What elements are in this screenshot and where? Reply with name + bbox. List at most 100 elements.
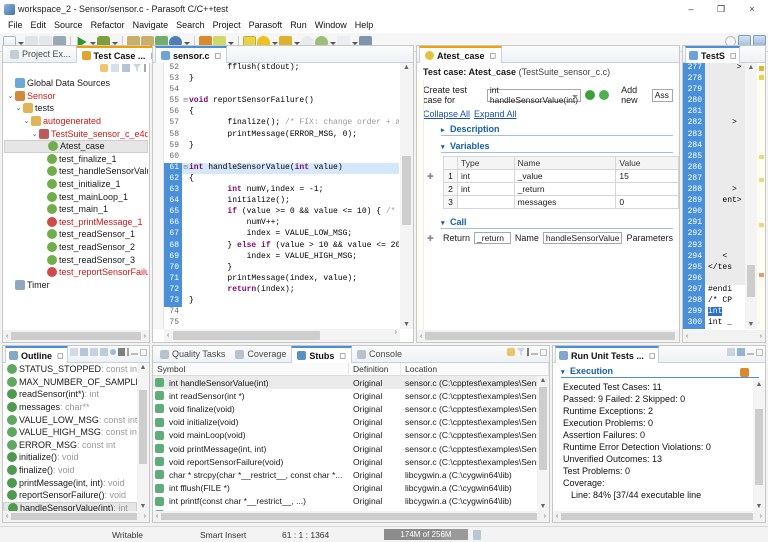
hide-fields-icon[interactable]: [90, 348, 98, 356]
editor-marker-gutter[interactable]: [153, 63, 164, 329]
outline-item[interactable]: initialize() : void: [3, 451, 137, 464]
view-menu-icon[interactable]: [127, 348, 129, 356]
test-case-tree[interactable]: Global Data Sources ⌄ Sensor ⌄ tests ⌄ autogen…: [4, 77, 148, 329]
variables-column-header[interactable]: Value: [615, 156, 679, 170]
close-icon[interactable]: ◻: [57, 351, 64, 360]
create-test-case-select[interactable]: int handleSensorValue(int): [486, 85, 582, 105]
code-line[interactable]: 65 if (value >= 0 && value <= 10) { /* F…: [164, 207, 399, 219]
testsuite-line[interactable]: 288 >: [683, 185, 745, 197]
tree-item[interactable]: test_readSensor_2: [4, 241, 148, 254]
tree-item[interactable]: ⌄ tests: [4, 102, 148, 115]
scroll-left-icon[interactable]: ‹: [417, 333, 425, 340]
menu-item-search[interactable]: Search: [172, 18, 209, 33]
variables-row[interactable]: 2 int _return: [443, 182, 679, 196]
add-test-case-icon[interactable]: [585, 90, 596, 100]
run-unit-tests-body[interactable]: ▾ Execution Executed Test Cases: 11 Passe…: [553, 363, 765, 522]
scroll-up-icon[interactable]: ▲: [753, 381, 765, 388]
code-line[interactable]: 74: [164, 307, 399, 318]
table-row[interactable]: int readSensor(int *) Original sensor.c (C…: [153, 389, 537, 402]
tab-console[interactable]: Console: [352, 346, 407, 362]
outline-body[interactable]: STATUS_STOPPED : const int MAX_NUMBER_OF_…: [3, 363, 149, 522]
tree-item[interactable]: test_readSensor_3: [4, 253, 148, 266]
testsuite-body[interactable]: 277 >278 279 280 281 282 >283 284 285 286 287 288…: [683, 63, 765, 342]
tree-item[interactable]: test_reportSensorFailure_: [4, 266, 148, 279]
outline-item[interactable]: MAX_NUMBER_OF_SAMPLES : co: [3, 376, 137, 389]
test-case-form-hscrollbar[interactable]: ‹: [417, 330, 679, 342]
execution-section-header[interactable]: ▾ Execution: [553, 366, 765, 378]
tree-item[interactable]: ⌄ Sensor: [4, 90, 148, 103]
minimize-view-icon[interactable]: [131, 353, 138, 355]
table-row[interactable]: int printf(const char *__restrict__, ...…: [153, 495, 537, 508]
code-line[interactable]: 61 ⊟ int handleSensorValue(int value): [164, 162, 399, 174]
testsuite-line[interactable]: 280: [683, 96, 745, 108]
maximize-view-icon[interactable]: [540, 348, 547, 356]
scroll-thumb[interactable]: [11, 513, 137, 520]
testsuite-line[interactable]: 285: [683, 151, 745, 163]
results-hscrollbar[interactable]: ‹ ›: [553, 511, 765, 522]
variables-cell[interactable]: _value: [513, 169, 617, 183]
variables-cell[interactable]: int: [457, 182, 515, 196]
testsuite-line[interactable]: 278: [683, 74, 745, 86]
code-line[interactable]: 68 } else if (value > 10 && value <= 20)…: [164, 240, 399, 252]
outline-list[interactable]: STATUS_STOPPED : const int MAX_NUMBER_OF_…: [3, 363, 137, 511]
variables-cell[interactable]: int: [457, 169, 515, 183]
menu-item-help[interactable]: Help: [351, 18, 378, 33]
tree-item[interactable]: test_finalize_1: [4, 153, 148, 166]
code-line[interactable]: 57 finalize(); /* FIX: change order + ad…: [164, 118, 399, 129]
scroll-left-icon[interactable]: ‹: [3, 333, 11, 340]
tree-item[interactable]: test_readSensor_1: [4, 228, 148, 241]
menu-item-project[interactable]: Project: [209, 18, 245, 33]
outline-item[interactable]: ERROR_MSG : const int: [3, 439, 137, 452]
expand-all-link[interactable]: Expand All: [474, 109, 517, 119]
code-line[interactable]: 60: [164, 152, 399, 163]
link-icon[interactable]: [100, 64, 108, 72]
tree-item[interactable]: test_initialize_1: [4, 178, 148, 191]
variables-cell[interactable]: 1: [443, 169, 458, 183]
hide-nonpublic-icon[interactable]: [110, 349, 116, 355]
variables-row[interactable]: 1 int _value 15: [443, 169, 679, 183]
scroll-left-icon[interactable]: ‹: [164, 332, 172, 339]
tree-item[interactable]: test_handleSensorValue_1: [4, 165, 148, 178]
scroll-left-icon[interactable]: ‹: [553, 513, 561, 520]
outline-item[interactable]: VALUE_LOW_MSG : const int: [3, 413, 137, 426]
outline-item[interactable]: finalize() : void: [3, 464, 137, 477]
tab-atest-case[interactable]: Atest_case ◻: [419, 46, 503, 63]
menu-item-run[interactable]: Run: [286, 18, 311, 33]
code-line[interactable]: 66 numV++;: [164, 218, 399, 230]
focus-icon[interactable]: [118, 348, 125, 356]
scroll-up-icon[interactable]: ▲: [137, 364, 149, 371]
outline-item[interactable]: printMessage(int, int) : void: [3, 476, 137, 489]
maximize-view-icon[interactable]: [756, 348, 763, 356]
testsuite-line[interactable]: 279: [683, 85, 745, 97]
outline-hscrollbar[interactable]: ‹ ›: [3, 511, 149, 522]
maximize-button[interactable]: ❐: [706, 0, 736, 18]
menu-item-window[interactable]: Window: [311, 18, 351, 33]
code-line[interactable]: 71 printMessage(index, value);: [164, 273, 399, 285]
tab-coverage[interactable]: Coverage: [230, 346, 291, 362]
scroll-thumb[interactable]: [161, 513, 537, 520]
results-vscrollbar[interactable]: ▲ ▼: [753, 380, 765, 511]
code-line[interactable]: 54: [164, 85, 399, 96]
code-line[interactable]: 70 }: [164, 262, 399, 274]
view-menu-icon[interactable]: [144, 64, 146, 72]
find-test-case-icon[interactable]: [599, 90, 610, 100]
editor-vscroll-thumb[interactable]: [402, 156, 411, 226]
menu-item-parasoft[interactable]: Parasoft: [245, 18, 287, 33]
menu-item-refactor[interactable]: Refactor: [87, 18, 129, 33]
expand-arrow-icon[interactable]: ⌄: [22, 117, 31, 125]
table-row[interactable]: void finalize(void) Original sensor.c (C:\…: [153, 402, 537, 415]
code-line[interactable]: 55 ⊟ void reportSensorFailure(): [164, 96, 399, 107]
filter-icon[interactable]: [133, 64, 141, 72]
close-button[interactable]: ×: [736, 0, 768, 18]
testsuite-line[interactable]: 294 <: [683, 251, 745, 263]
variables-cell[interactable]: 2: [443, 182, 458, 196]
drag-handle-icon[interactable]: ✚: [427, 172, 434, 181]
chevron-right-icon[interactable]: ▸: [441, 127, 445, 134]
scroll-left-icon[interactable]: ‹: [683, 333, 691, 340]
variables-column-header[interactable]: Type: [457, 156, 515, 170]
testsuite-line[interactable]: 286: [683, 162, 745, 174]
maximize-view-icon[interactable]: [140, 348, 147, 356]
code-line[interactable]: 62 {: [164, 173, 399, 186]
table-row[interactable]: int handleSensorValue(int) Original sensor…: [153, 376, 537, 390]
collapse-all-icon[interactable]: [70, 348, 78, 356]
